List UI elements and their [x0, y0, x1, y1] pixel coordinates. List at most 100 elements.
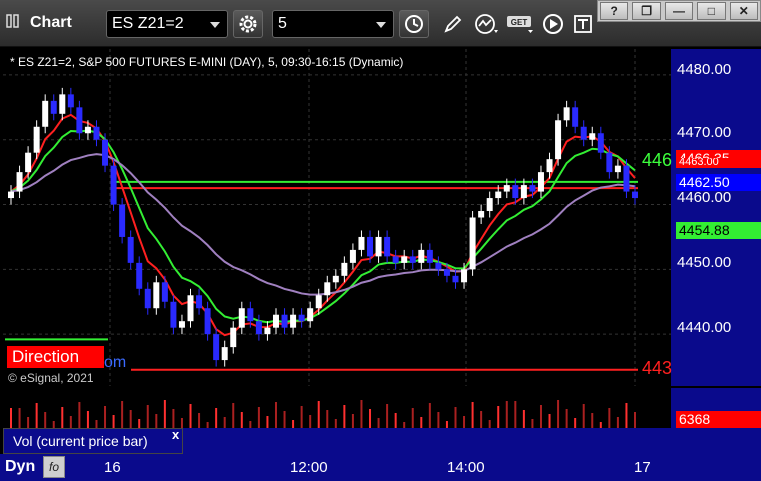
candle-body: [59, 94, 66, 114]
volume-bar: [582, 404, 585, 428]
price-tag-green: 4454.88: [676, 222, 761, 239]
candle-body: [555, 120, 562, 160]
time-label: 14:00: [447, 459, 485, 476]
candle-body: [486, 198, 493, 212]
volume-bar: [52, 421, 55, 428]
draw-tool-button[interactable]: [440, 11, 466, 37]
candle-body: [358, 236, 365, 250]
volume-pane[interactable]: [3, 388, 671, 428]
volume-bar: [625, 403, 628, 428]
volume-bar: [44, 412, 47, 428]
candle-body: [512, 185, 519, 199]
time-label: 17: [634, 459, 651, 476]
candle-body: [563, 107, 570, 121]
close-icon[interactable]: x: [172, 427, 179, 442]
candle-body: [443, 269, 450, 276]
candle-body: [25, 152, 32, 173]
price-label: 4460.00: [677, 189, 732, 206]
price-chart[interactable]: [3, 49, 671, 386]
volume-bar: [249, 421, 252, 428]
volume-bar: [334, 419, 337, 428]
get-icon-text: GET: [511, 18, 528, 27]
price-tag-last: 4462.50: [676, 174, 761, 191]
volume-bar: [300, 406, 303, 428]
time-axis[interactable]: Dyn fo 16 12:00 14:00 17: [0, 454, 761, 481]
candle-body: [127, 236, 134, 263]
volume-bar: [522, 410, 525, 428]
time-button[interactable]: [399, 10, 429, 38]
candle-body: [144, 288, 151, 309]
candle-body: [161, 282, 168, 302]
candle-body: [290, 314, 297, 328]
close-button[interactable]: ✕: [729, 2, 759, 20]
candle-body: [16, 172, 23, 192]
volume-bar: [18, 408, 21, 428]
help-button[interactable]: ?: [600, 2, 629, 20]
candle-body: [315, 295, 322, 309]
candle-body: [272, 314, 279, 328]
candle-body: [264, 327, 271, 335]
pencil-icon: [444, 15, 462, 33]
red-level-label: 443: [642, 358, 673, 378]
maximize-button[interactable]: □: [697, 2, 726, 20]
candle-body: [546, 159, 553, 173]
candle-body: [632, 191, 638, 199]
candle-body: [478, 211, 485, 218]
candle-body: [469, 217, 476, 270]
volume-bar: [463, 416, 466, 428]
interval-selector[interactable]: 5: [272, 10, 394, 38]
volume-study-label[interactable]: Vol (current price bar) x: [3, 427, 183, 454]
studies-button[interactable]: [474, 11, 500, 37]
candle-body: [606, 152, 613, 173]
volume-bar: [240, 412, 243, 428]
volume-bar: [326, 410, 329, 428]
candle-body: [102, 139, 109, 166]
direction-suffix-text: om: [104, 354, 127, 371]
copyright-text: © eSignal, 2021: [8, 371, 94, 385]
candle-body: [332, 275, 339, 283]
price-chart-pane[interactable]: [3, 49, 671, 386]
candle-body: [196, 295, 203, 309]
volume-bar: [531, 419, 534, 428]
volume-bar: [480, 411, 483, 428]
volume-bar: [274, 402, 277, 428]
play-button[interactable]: [540, 11, 566, 37]
volume-bar: [180, 418, 183, 428]
candle-body: [50, 100, 57, 114]
candle-body: [520, 185, 527, 199]
restore-button[interactable]: ❐: [632, 2, 661, 20]
candle-body: [597, 133, 604, 153]
candle-body: [435, 262, 442, 270]
candle-body: [349, 249, 356, 263]
volume-label-text: Vol (current price bar): [13, 433, 148, 449]
symbol-value: ES Z21=2: [112, 15, 184, 32]
candle-body: [324, 282, 331, 296]
price-label: 4450.00: [677, 254, 732, 271]
volume-bar: [61, 407, 64, 428]
volume-bar: [232, 403, 235, 428]
get-button[interactable]: GET: [506, 11, 536, 37]
volume-bar: [437, 412, 440, 428]
settings-button[interactable]: [233, 10, 263, 38]
volume-bar: [497, 406, 500, 428]
candle-body: [84, 126, 91, 134]
volume-bar: [445, 421, 448, 428]
symbol-selector[interactable]: ES Z21=2: [106, 10, 228, 38]
candle-body: [572, 107, 579, 127]
candle-body: [426, 249, 433, 263]
candle-body: [153, 282, 160, 309]
candle-body: [392, 256, 399, 263]
chart-legend: * ES Z21=2, S&P 500 FUTURES E-MINI (DAY)…: [10, 55, 404, 69]
dynamic-toggle-icon[interactable]: fo: [43, 456, 65, 478]
candle-body: [589, 133, 596, 140]
direction-badge[interactable]: Direction: [7, 346, 104, 368]
text-tool-button[interactable]: [570, 11, 596, 37]
candle-body: [580, 126, 587, 140]
volume-chart[interactable]: [3, 388, 671, 428]
window-controls: ? ❐ — □ ✕: [597, 0, 761, 22]
volume-bar: [69, 416, 72, 428]
candle-body: [76, 107, 83, 134]
volume-bar: [428, 403, 431, 428]
minimize-button[interactable]: —: [664, 2, 694, 20]
price-axis[interactable]: 4480.00 4470.00 4460.00 4450.00 4440.00: [671, 49, 761, 386]
